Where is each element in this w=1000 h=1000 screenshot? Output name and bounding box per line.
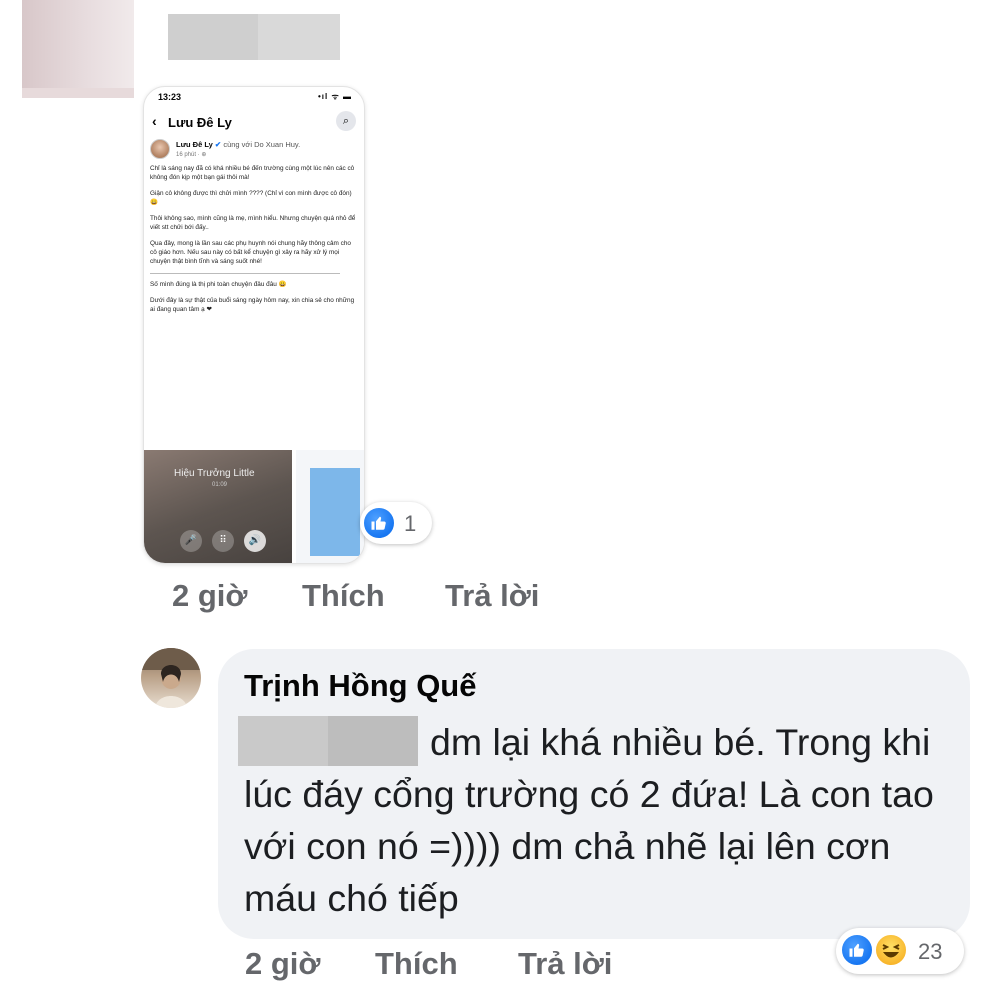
post-author-name: Lưu Đê Ly xyxy=(176,140,213,149)
call-screenshot: Hiệu Trưởng Little 01:09 🎤 ⠿ 🔊 + ▶ ◉ xyxy=(144,450,292,563)
speaker-icon: 🔊 xyxy=(244,530,266,552)
like-icon xyxy=(840,933,874,967)
post-author: Lưu Đê Ly ✔ cùng với Do Xuan Huy. xyxy=(176,140,300,149)
avatar[interactable] xyxy=(141,648,201,708)
phone-status-bar: 13:23 •ıl ᯤ ▬ xyxy=(144,87,364,109)
keypad-icon: ⠿ xyxy=(212,530,234,552)
reaction-count: 23 xyxy=(918,939,943,964)
phone-header: ‹ Lưu Đê Ly ⌕ xyxy=(144,109,364,137)
avatar xyxy=(150,139,170,159)
reply-button[interactable]: Trả lời xyxy=(518,946,612,982)
search-icon: ⌕ xyxy=(336,111,356,131)
divider xyxy=(150,273,340,274)
reply-button[interactable]: Trả lời xyxy=(445,578,539,614)
phone-post-text: Chỉ là sáng nay đã có khá nhiều bé đến t… xyxy=(150,164,358,321)
post-time: 16 phút · ⊕ xyxy=(176,152,207,158)
post-paragraph: Thôi không sao, mình cũng là mẹ, mình hi… xyxy=(150,215,356,231)
phone-post-header: Lưu Đê Ly ✔ cùng với Do Xuan Huy. 16 phú… xyxy=(150,139,360,161)
post-paragraph: Số mình đúng là thị phi toàn chuyện đâu … xyxy=(150,281,287,288)
phone-header-title: Lưu Đê Ly xyxy=(168,115,232,130)
like-icon xyxy=(362,506,396,540)
post-with: cùng với Do Xuan Huy. xyxy=(223,140,301,149)
signal-icon: •ıl ᯤ ▬ xyxy=(318,92,352,101)
comment-text: dm lại khá nhiều bé. Trong khi lúc đáy c… xyxy=(244,716,944,924)
post-paragraph: Chỉ là sáng nay đã có khá nhiều bé đến t… xyxy=(150,165,355,181)
call-name: Hiệu Trưởng Little xyxy=(174,468,255,479)
reaction-summary[interactable]: 23 xyxy=(836,928,964,974)
phone-post-media: Hiệu Trưởng Little 01:09 🎤 ⠿ 🔊 + ▶ ◉ xyxy=(144,450,364,563)
call-time: 01:09 xyxy=(212,482,228,488)
comment-time[interactable]: 2 giờ xyxy=(245,946,320,982)
chat-bubble xyxy=(310,468,360,556)
mute-icon: 🎤 xyxy=(180,530,202,552)
redacted-author-name xyxy=(168,14,340,60)
like-button[interactable]: Thích xyxy=(375,946,458,982)
chat-screenshot xyxy=(296,450,364,563)
like-button[interactable]: Thích xyxy=(302,578,385,614)
reaction-count: 1 xyxy=(404,511,417,536)
post-paragraph: Qua đây, mong là lần sau các phụ huynh n… xyxy=(150,240,351,265)
status-time: 13:23 xyxy=(158,92,182,102)
verified-icon: ✔ xyxy=(214,140,222,149)
post-paragraph: Dưới đây là sự thật của buổi sáng ngày h… xyxy=(150,297,355,313)
haha-icon xyxy=(874,933,908,967)
comment-body: dm lại khá nhiều bé. Trong khi lúc đáy c… xyxy=(244,721,934,919)
reaction-summary[interactable]: 1 xyxy=(360,502,432,544)
attached-screenshot[interactable]: 13:23 •ıl ᯤ ▬ ‹ Lưu Đê Ly ⌕ Lưu Đê Ly ✔ … xyxy=(143,86,365,564)
comment-time[interactable]: 2 giờ xyxy=(172,578,247,614)
comment-author[interactable]: Trịnh Hồng Quế xyxy=(244,668,477,704)
post-paragraph: Giận cô không được thì chửi mình ???? (C… xyxy=(150,190,352,206)
back-icon: ‹ xyxy=(152,113,157,129)
redacted-avatar xyxy=(22,0,134,98)
